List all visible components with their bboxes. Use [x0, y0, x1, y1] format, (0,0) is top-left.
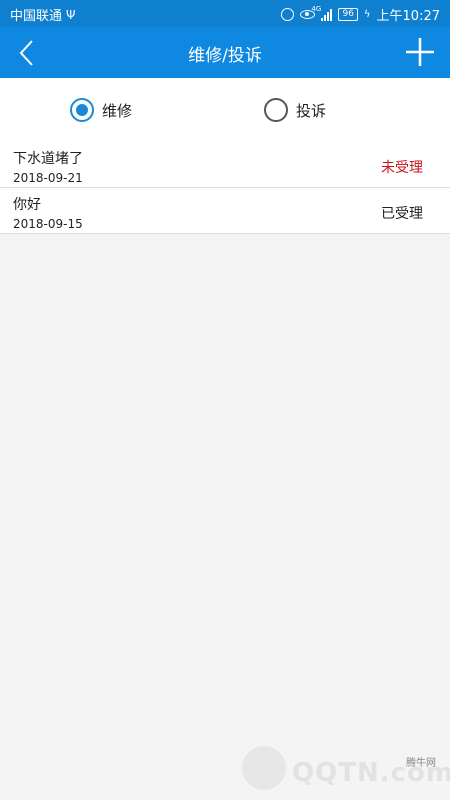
status-bar: 中国联通 Ψ 4G 96 ϟ 上午10:27 — [0, 0, 450, 27]
record-title: 下水道堵了 — [13, 151, 83, 167]
list-item[interactable]: 下水道堵了 2018-09-21 未受理 — [0, 142, 450, 188]
page-title: 维修/投诉 — [188, 46, 262, 66]
radio-selected-icon — [70, 98, 94, 122]
signal-icon: 4G — [311, 5, 333, 21]
watermark-logo-icon — [242, 746, 286, 790]
record-date: 2018-09-15 — [13, 217, 83, 231]
type-filter: 维修 投诉 — [0, 78, 450, 142]
carrier-label: 中国联通 — [10, 9, 63, 24]
watermark: QQTN.com 腾牛网 — [236, 742, 450, 798]
watermark-site-name: 腾牛网 — [406, 758, 436, 769]
radio-complaint-label: 投诉 — [296, 101, 327, 120]
network-type-label: 4G — [311, 4, 322, 13]
list-item[interactable]: 你好 2018-09-15 已受理 — [0, 188, 450, 234]
add-button[interactable] — [404, 36, 436, 68]
radio-complaint[interactable]: 投诉 — [264, 98, 326, 122]
radio-repair[interactable]: 维修 — [70, 98, 132, 122]
record-status: 未受理 — [381, 160, 423, 176]
clock: 上午10:27 — [376, 9, 440, 24]
record-date: 2018-09-21 — [13, 171, 83, 185]
charging-icon: ϟ — [363, 9, 371, 20]
battery-icon: 96 — [338, 8, 358, 21]
record-title: 你好 — [13, 197, 41, 213]
record-status: 已受理 — [381, 206, 423, 222]
record-list: 下水道堵了 2018-09-21 未受理 你好 2018-09-15 已受理 — [0, 142, 450, 234]
radio-repair-label: 维修 — [102, 101, 133, 120]
nav-bar: 维修/投诉 — [0, 27, 450, 78]
radio-unselected-icon — [264, 98, 288, 122]
usb-icon: Ψ — [66, 7, 76, 22]
plus-icon — [406, 38, 434, 66]
alarm-icon — [281, 8, 295, 21]
